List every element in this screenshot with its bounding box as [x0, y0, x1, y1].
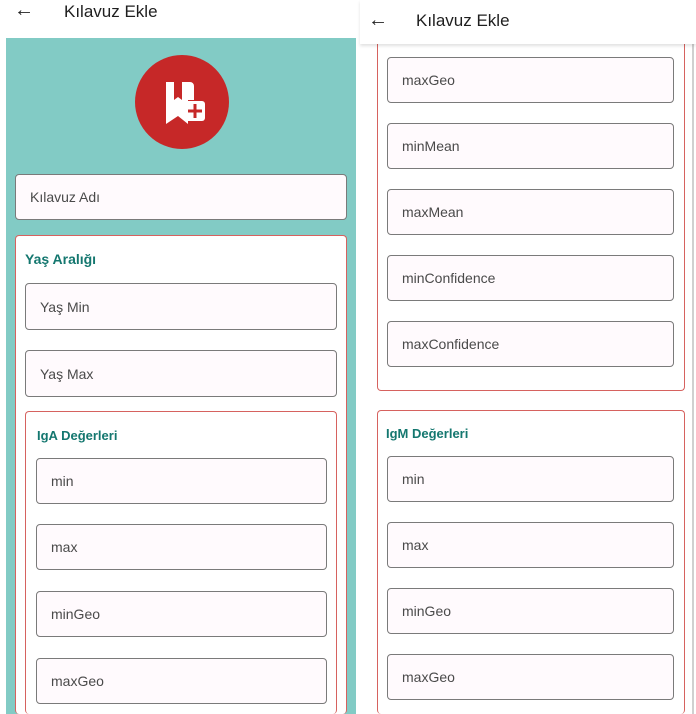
- bookmark-add-icon: [135, 55, 229, 149]
- igm-max-input[interactable]: max: [387, 522, 674, 568]
- maxmean-placeholder: maxMean: [402, 204, 464, 220]
- page-title: Kılavuz Ekle: [416, 11, 510, 30]
- scroll-edge: [692, 44, 694, 714]
- minmean-input[interactable]: minMean: [387, 123, 674, 169]
- prev-maxgeo-placeholder: maxGeo: [402, 72, 455, 88]
- age-min-input[interactable]: Yaş Min: [25, 283, 337, 330]
- age-max-placeholder: Yaş Max: [40, 365, 94, 382]
- iga-mingeo-placeholder: minGeo: [51, 606, 101, 622]
- iga-section-title: IgA Değerleri: [37, 428, 118, 443]
- maxmean-input[interactable]: maxMean: [387, 189, 674, 235]
- age-min-placeholder: Yaş Min: [40, 298, 90, 315]
- guide-name-input[interactable]: Kılavuz Adı: [15, 174, 347, 220]
- maxconfidence-input[interactable]: maxConfidence: [387, 321, 674, 367]
- igm-section-title: IgM Değerleri: [386, 426, 469, 441]
- minmean-placeholder: minMean: [402, 138, 460, 154]
- minconfidence-input[interactable]: minConfidence: [387, 255, 674, 301]
- iga-mingeo-input[interactable]: minGeo: [36, 591, 327, 637]
- arrow-left-icon[interactable]: ←: [368, 10, 388, 30]
- prev-maxgeo-input[interactable]: maxGeo: [387, 57, 674, 103]
- iga-maxgeo-placeholder: maxGeo: [51, 673, 104, 689]
- iga-min-input[interactable]: min: [36, 458, 327, 504]
- age-range-title: Yaş Aralığı: [25, 251, 97, 267]
- guide-name-placeholder: Kılavuz Adı: [30, 189, 101, 205]
- iga-maxgeo-input[interactable]: maxGeo: [36, 658, 327, 704]
- arrow-left-icon[interactable]: ←: [14, 0, 34, 20]
- minconfidence-placeholder: minConfidence: [402, 270, 496, 286]
- igm-max-placeholder: max: [402, 537, 429, 553]
- igm-min-placeholder: min: [402, 471, 425, 487]
- maxconfidence-placeholder: maxConfidence: [402, 336, 500, 352]
- left-screen: ← Kılavuz Ekle Kılavuz Adı Yaş Aralığı Y…: [0, 0, 360, 714]
- page-title: Kılavuz Ekle: [64, 2, 158, 21]
- igm-maxgeo-placeholder: maxGeo: [402, 669, 455, 685]
- right-screen: ← Kılavuz Ekle maxGeo minMean maxMean mi…: [360, 0, 696, 714]
- iga-max-input[interactable]: max: [36, 524, 327, 570]
- right-top-bar: ← Kılavuz Ekle: [360, 0, 696, 44]
- iga-max-placeholder: max: [51, 539, 78, 555]
- iga-min-placeholder: min: [51, 473, 74, 489]
- igm-mingeo-input[interactable]: minGeo: [387, 588, 674, 634]
- age-max-input[interactable]: Yaş Max: [25, 350, 337, 397]
- igm-maxgeo-input[interactable]: maxGeo: [387, 654, 674, 700]
- igm-min-input[interactable]: min: [387, 456, 674, 502]
- igm-mingeo-placeholder: minGeo: [402, 603, 452, 619]
- left-top-bar: ← Kılavuz Ekle: [0, 0, 360, 34]
